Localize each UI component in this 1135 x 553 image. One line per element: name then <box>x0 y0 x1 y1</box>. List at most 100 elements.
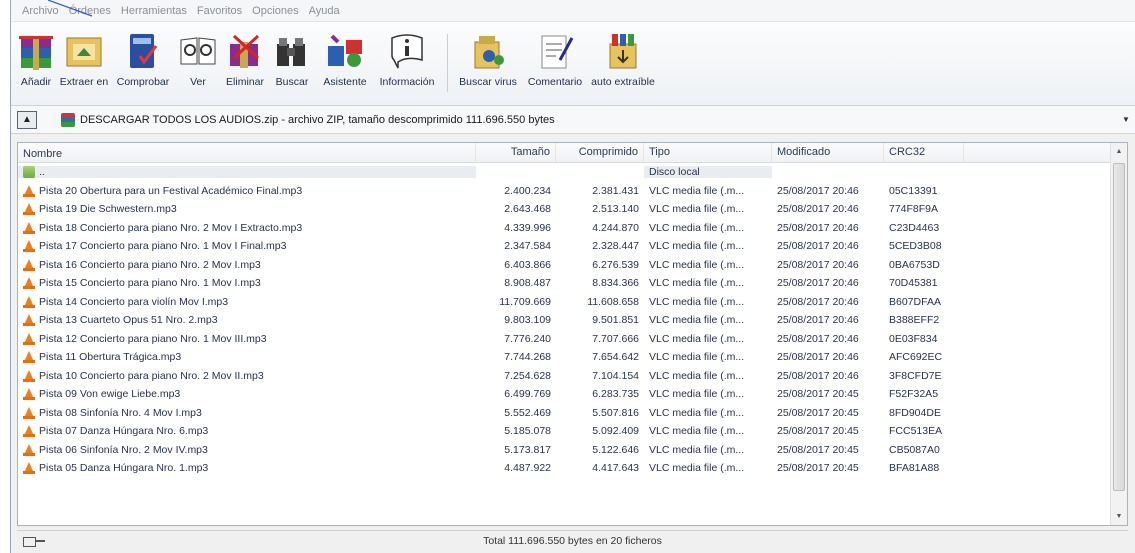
file-type: VLC media file (.m... <box>649 295 745 308</box>
scroll-down-icon[interactable]: ▼ <box>1111 508 1127 525</box>
column-type[interactable]: Tipo <box>644 143 772 162</box>
file-row[interactable]: Pista 13 Cuarteto Opus 51 Nro. 2.mp3 9.80… <box>18 311 975 330</box>
file-name-text: Pista 17 Concierto para piano Nro. 1 Mov… <box>39 240 287 253</box>
up-folder-button[interactable]: ▲ <box>17 110 37 129</box>
file-row[interactable]: Pista 09 Von ewige Liebe.mp3 6.499.769 6.2… <box>18 385 975 404</box>
file-name-text: Pista 16 Concierto para piano Nro. 2 Mov… <box>39 258 261 271</box>
menu-archivo[interactable]: Archivo <box>17 5 64 17</box>
sfx-icon <box>609 34 637 69</box>
menu-bar: Archivo Órdenes Herramientas Favoritos O… <box>11 0 1135 22</box>
extract-button[interactable]: Extraer en <box>57 26 111 88</box>
file-row[interactable]: Pista 20 Obertura para un Festival Acadé… <box>18 182 975 201</box>
file-type: VLC media file (.m... <box>649 240 745 253</box>
file-modified: 25/08/2017 20:46 <box>777 277 859 290</box>
find-button[interactable]: Buscar <box>269 26 315 88</box>
sfx-label: auto extraíble <box>591 76 655 88</box>
vlc-file-icon <box>23 240 35 253</box>
file-name: Pista 07 Danza Húngara Nro. 6.mp3 <box>18 425 476 438</box>
file-name: Pista 10 Concierto para piano Nro. 2 Mov… <box>18 369 476 382</box>
file-row[interactable]: Pista 16 Concierto para piano Nro. 2 Mov… <box>18 256 975 275</box>
file-size: 5.173.817 <box>504 443 551 456</box>
add-archive-icon <box>19 36 53 70</box>
column-size[interactable]: Tamaño <box>476 143 556 162</box>
file-name: Pista 17 Concierto para piano Nro. 1 Mov… <box>18 240 476 253</box>
file-row[interactable]: Pista 08 Sinfonía Nro. 4 Mov I.mp3 5.552.… <box>18 404 975 423</box>
vlc-file-icon <box>23 314 35 327</box>
file-name-text: Pista 13 Cuarteto Opus 51 Nro. 2.mp3 <box>39 314 218 327</box>
comment-button[interactable]: Comentario <box>522 26 588 88</box>
file-modified: 25/08/2017 20:45 <box>777 406 859 419</box>
file-row[interactable]: Pista 05 Danza Húngara Nro. 1.mp3 4.487.9… <box>18 459 975 478</box>
file-compressed: 2.328.447 <box>592 240 639 253</box>
menu-opciones[interactable]: Opciones <box>247 5 303 17</box>
path-dropdown-icon[interactable]: ▼ <box>1117 115 1135 124</box>
info-icon <box>391 34 423 69</box>
file-row[interactable]: Pista 15 Concierto para piano Nro. 1 Mov… <box>18 274 975 293</box>
file-compressed: 7.654.642 <box>592 351 639 364</box>
file-row[interactable]: Pista 06 Sinfonía Nro. 2 Mov IV.mp3 5.173… <box>18 441 975 460</box>
file-name-text: Pista 06 Sinfonía Nro. 2 Mov IV.mp3 <box>39 443 208 456</box>
add-button[interactable]: Añadir <box>17 26 55 88</box>
view-button[interactable]: Ver <box>175 26 221 88</box>
file-list: Nombre Tamaño Comprimido Tipo Modificado… <box>17 142 1128 526</box>
file-crc: 70D45381 <box>889 277 938 290</box>
vlc-file-icon <box>23 221 35 234</box>
file-name: Pista 20 Obertura para un Festival Acadé… <box>18 184 476 197</box>
file-row[interactable]: Pista 11 Obertura Trágica.mp3 7.744.268 7.… <box>18 348 975 367</box>
file-type: VLC media file (.m... <box>649 425 745 438</box>
parent-folder-row[interactable]: .. Disco local <box>18 163 975 182</box>
test-icon <box>130 34 158 68</box>
wizard-button[interactable]: Asistente <box>317 26 373 88</box>
file-crc: CB5087A0 <box>889 443 940 456</box>
file-name: Pista 05 Danza Húngara Nro. 1.mp3 <box>18 462 476 475</box>
file-row[interactable]: Pista 12 Concierto para piano Nro. 1 Mov… <box>18 330 975 349</box>
file-type: VLC media file (.m... <box>649 462 745 475</box>
menu-favoritos[interactable]: Favoritos <box>192 5 247 17</box>
scroll-thumb[interactable] <box>1113 163 1125 491</box>
vlc-file-icon <box>23 406 35 419</box>
menu-ordenes[interactable]: Órdenes <box>64 5 116 17</box>
file-crc: B607DFAA <box>889 295 941 308</box>
file-crc: C23D4463 <box>889 221 940 234</box>
column-crc[interactable]: CRC32 <box>884 143 964 162</box>
file-crc: 3F8CFD7E <box>889 369 942 382</box>
file-size: 8.908.487 <box>504 277 551 290</box>
menu-herramientas[interactable]: Herramientas <box>116 5 192 17</box>
sfx-button[interactable]: auto extraíble <box>590 26 656 88</box>
file-row[interactable]: Pista 19 Die Schwestern.mp3 2.643.468 2.51… <box>18 200 975 219</box>
file-compressed: 5.507.816 <box>592 406 639 419</box>
file-crc: AFC692EC <box>889 351 943 364</box>
file-row[interactable]: Pista 18 Concierto para piano Nro. 2 Mov… <box>18 219 975 238</box>
delete-label: Eliminar <box>226 76 264 88</box>
file-row[interactable]: Pista 10 Concierto para piano Nro. 2 Mov… <box>18 367 975 386</box>
column-modified[interactable]: Modificado <box>772 143 884 162</box>
virus-scan-button[interactable]: Buscar virus <box>456 26 520 88</box>
file-crc: 8FD904DE <box>889 406 941 419</box>
info-button[interactable]: Información <box>375 26 439 88</box>
file-row[interactable]: Pista 07 Danza Húngara Nro. 6.mp3 5.185.0… <box>18 422 975 441</box>
path-field[interactable]: DESCARGAR TODOS LOS AUDIOS.zip - archivo… <box>61 110 1111 130</box>
file-row[interactable]: Pista 17 Concierto para piano Nro. 1 Mov… <box>18 237 975 256</box>
scroll-up-icon[interactable]: ▲ <box>1111 143 1127 160</box>
wizard-icon <box>328 34 362 67</box>
parent-folder-label: .. <box>39 166 45 179</box>
file-name: Pista 13 Cuarteto Opus 51 Nro. 2.mp3 <box>18 314 476 327</box>
file-type: VLC media file (.m... <box>649 258 745 271</box>
delete-button[interactable]: Eliminar <box>223 26 267 88</box>
file-size: 2.400.234 <box>504 184 551 197</box>
file-type: VLC media file (.m... <box>649 314 745 327</box>
test-button[interactable]: Comprobar <box>113 26 173 88</box>
file-modified: 25/08/2017 20:45 <box>777 425 859 438</box>
vertical-scrollbar[interactable]: ▲ ▼ <box>1110 143 1127 525</box>
vlc-file-icon <box>23 332 35 345</box>
menu-ayuda[interactable]: Ayuda <box>304 5 345 17</box>
column-compressed[interactable]: Comprimido <box>556 143 644 162</box>
file-row[interactable]: Pista 14 Concierto para violín Mov I.mp3… <box>18 293 975 312</box>
file-name: Pista 06 Sinfonía Nro. 2 Mov IV.mp3 <box>18 443 476 456</box>
file-type: VLC media file (.m... <box>649 351 745 364</box>
file-modified: 25/08/2017 20:46 <box>777 258 859 271</box>
file-size: 7.744.268 <box>504 351 551 364</box>
file-crc: B388EFF2 <box>889 314 940 327</box>
path-text: DESCARGAR TODOS LOS AUDIOS.zip - archivo… <box>80 113 555 126</box>
column-name[interactable]: Nombre <box>18 143 476 162</box>
